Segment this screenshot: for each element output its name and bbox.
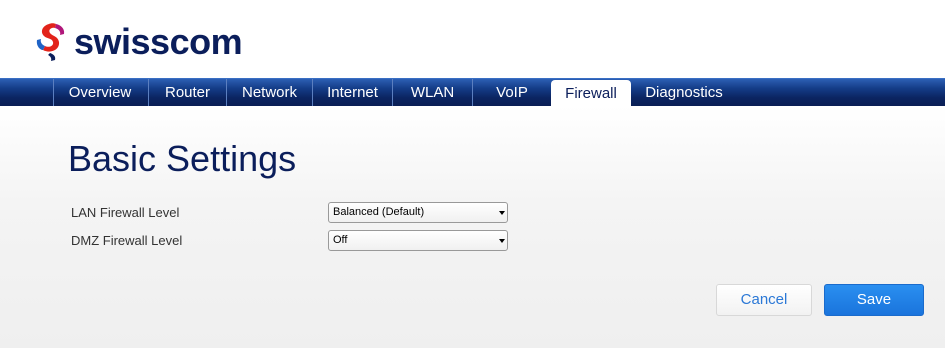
main-nav: Overview Router Network Internet WLAN Vo… — [0, 78, 945, 107]
dmz-firewall-level-label: DMZ Firewall Level — [71, 233, 183, 248]
lan-firewall-level-value: Balanced (Default) — [333, 206, 425, 218]
dmz-firewall-level-value: Off — [333, 234, 348, 246]
lan-firewall-level-select[interactable]: Balanced (Default) — [328, 202, 508, 223]
header: swisscom — [0, 0, 945, 78]
nav-tab-overview[interactable]: Overview — [53, 79, 146, 106]
nav-tab-voip[interactable]: VoIP — [472, 79, 551, 106]
nav-tab-wlan[interactable]: WLAN — [392, 79, 472, 106]
brand-name: swisscom — [74, 21, 243, 62]
chevron-down-icon — [499, 233, 505, 248]
nav-tab-firewall[interactable]: Firewall — [551, 80, 631, 107]
nav-tab-internet[interactable]: Internet — [312, 79, 392, 106]
chevron-down-icon — [499, 205, 505, 220]
page-title: Basic Settings — [68, 138, 297, 179]
dmz-firewall-level-select[interactable]: Off — [328, 230, 508, 251]
save-button[interactable]: Save — [824, 284, 924, 316]
swisscom-logo[interactable]: swisscom — [36, 20, 243, 64]
nav-tab-network[interactable]: Network — [226, 79, 312, 106]
swisscom-logo-icon — [36, 23, 65, 61]
lan-firewall-level-label: LAN Firewall Level — [71, 205, 180, 220]
main-content: Basic Settings LAN Firewall Level Balanc… — [0, 106, 945, 348]
cancel-button[interactable]: Cancel — [716, 284, 812, 316]
nav-tab-router[interactable]: Router — [148, 79, 226, 106]
nav-tab-diagnostics[interactable]: Diagnostics — [633, 79, 735, 106]
